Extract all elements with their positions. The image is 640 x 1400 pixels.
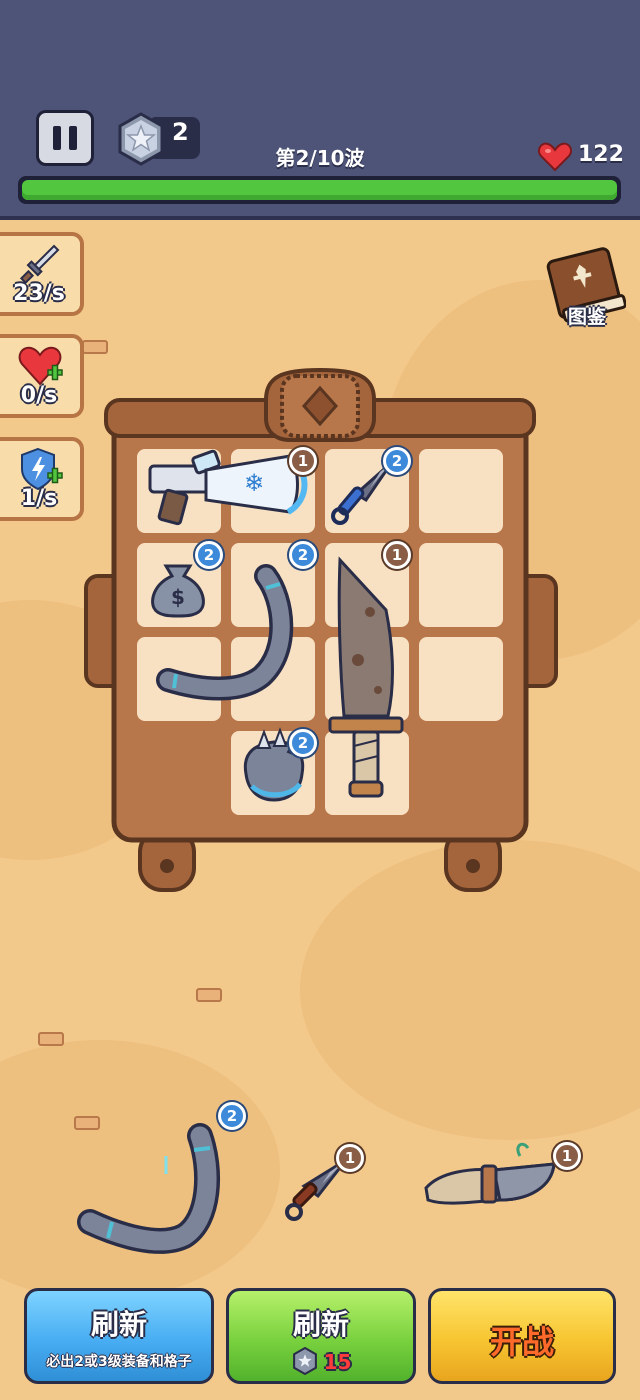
refresh-coin-label: 刷新 xyxy=(292,1308,349,1341)
pebble xyxy=(74,1116,100,1130)
codex-label[interactable]: 图鉴 xyxy=(548,302,626,329)
pebble xyxy=(196,988,222,1002)
shield-stat-panel: 1/s xyxy=(0,437,84,521)
sword-icon xyxy=(19,244,60,285)
dune xyxy=(0,1040,280,1300)
level-badge: 1 xyxy=(553,1142,581,1170)
grid-cell[interactable] xyxy=(419,543,503,627)
attack-stat-panel: 23/s xyxy=(0,232,84,316)
refresh-premium-subtitle: 必出2或3级装备和格子 xyxy=(46,1354,192,1370)
shield-plus-icon xyxy=(21,447,63,491)
pebble xyxy=(82,340,108,354)
level-badge: 2 xyxy=(218,1102,246,1130)
grid-cell[interactable] xyxy=(419,637,503,721)
level-badge: 2 xyxy=(289,541,317,569)
hp-bar xyxy=(18,176,621,204)
start-battle-label: 开战 xyxy=(489,1323,554,1361)
level-badge: 2 xyxy=(383,447,411,475)
level-badge: 1 xyxy=(336,1144,364,1172)
level-badge: 2 xyxy=(289,729,317,757)
star-gem-icon xyxy=(292,1346,317,1376)
backpack xyxy=(84,367,558,892)
pebble xyxy=(38,1032,64,1046)
refresh-premium-label: 刷新 xyxy=(90,1308,147,1341)
heart-plus-icon xyxy=(18,346,63,386)
shield-stat-value: 1/s xyxy=(20,486,58,511)
svg-text:❄: ❄ xyxy=(244,469,264,497)
hp-value: 122 xyxy=(578,142,624,167)
regen-stat-value: 0/s xyxy=(20,383,58,408)
start-battle-button[interactable]: 开战 xyxy=(428,1288,616,1384)
refresh-coin-button[interactable]: 刷新 15 xyxy=(226,1288,416,1384)
refresh-premium-button[interactable]: 刷新 必出2或3级装备和格子 xyxy=(24,1288,214,1384)
svg-text:$: $ xyxy=(171,585,185,609)
regen-stat-panel: 0/s xyxy=(0,334,84,418)
level-badge: 1 xyxy=(289,447,317,475)
grid-cell[interactable] xyxy=(419,449,503,533)
refresh-cost: 15 xyxy=(323,1350,352,1374)
attack-stat-value: 23/s xyxy=(13,281,65,306)
level-badge: 1 xyxy=(383,541,411,569)
hp-bar-fill xyxy=(22,180,617,200)
level-badge: 2 xyxy=(195,541,223,569)
heart-icon xyxy=(538,142,572,172)
